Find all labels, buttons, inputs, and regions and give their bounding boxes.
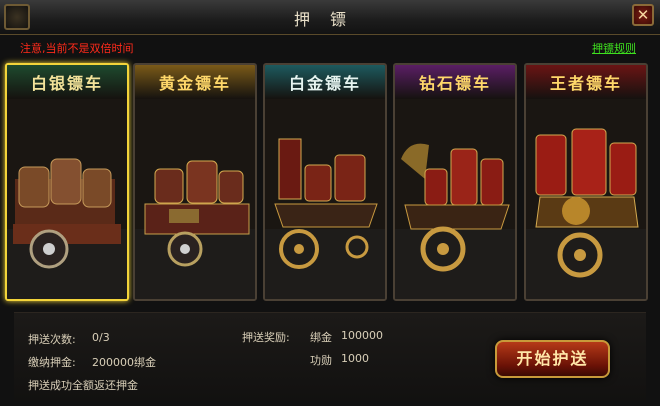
cart-name: 黄金镖车 [158,74,231,93]
cart-card-king[interactable]: 王者镖车 [524,63,648,301]
reward-value: 1000 [341,352,369,365]
cart-name: 白金镖车 [288,74,361,93]
king-cart-image [526,128,646,299]
escort-rules-link[interactable]: 押镖规则 [592,40,636,56]
deposit-value: 200000绑金 [92,356,156,369]
gold-cart-image [135,160,255,299]
close-button[interactable]: ✕ [632,4,654,26]
escort-count-value: 0/3 [92,331,110,344]
reward-name: 功勋 [310,354,332,367]
start-escort-button[interactable]: 开始护送 [495,340,610,378]
deposit-label: 缴纳押金: [28,356,76,369]
cart-name: 钻石镖车 [418,74,491,93]
reward-value: 100000 [341,329,383,342]
window-title: 押镖 [293,10,366,29]
double-time-notice: 注意,当前不是双倍时间 [20,42,134,55]
cart-card-platinum[interactable]: 白金镖车 [263,63,387,301]
diamond-cart-image [395,143,515,299]
cart-card-silver[interactable]: 白银镖车 [5,63,129,301]
cart-name: 王者镖车 [549,74,622,93]
escort-window: 押镖 ✕ 注意,当前不是双倍时间 押镖规则 白银镖车 黄金镖车 白金镖车 钻石镖… [0,0,660,406]
reward-name: 绑金 [310,331,332,344]
cart-card-gold[interactable]: 黄金镖车 [133,63,257,301]
silver-cart-image [7,158,127,299]
platinum-cart-image [265,138,385,299]
refund-note: 押送成功全额返还押金 [28,379,138,392]
escort-count-label: 押送次数: [28,333,76,346]
cart-name: 白银镖车 [30,74,103,93]
reward-label: 押送奖励: [242,331,290,344]
title-bar: 押镖 ✕ [0,0,660,35]
cart-card-diamond[interactable]: 钻石镖车 [393,63,517,301]
